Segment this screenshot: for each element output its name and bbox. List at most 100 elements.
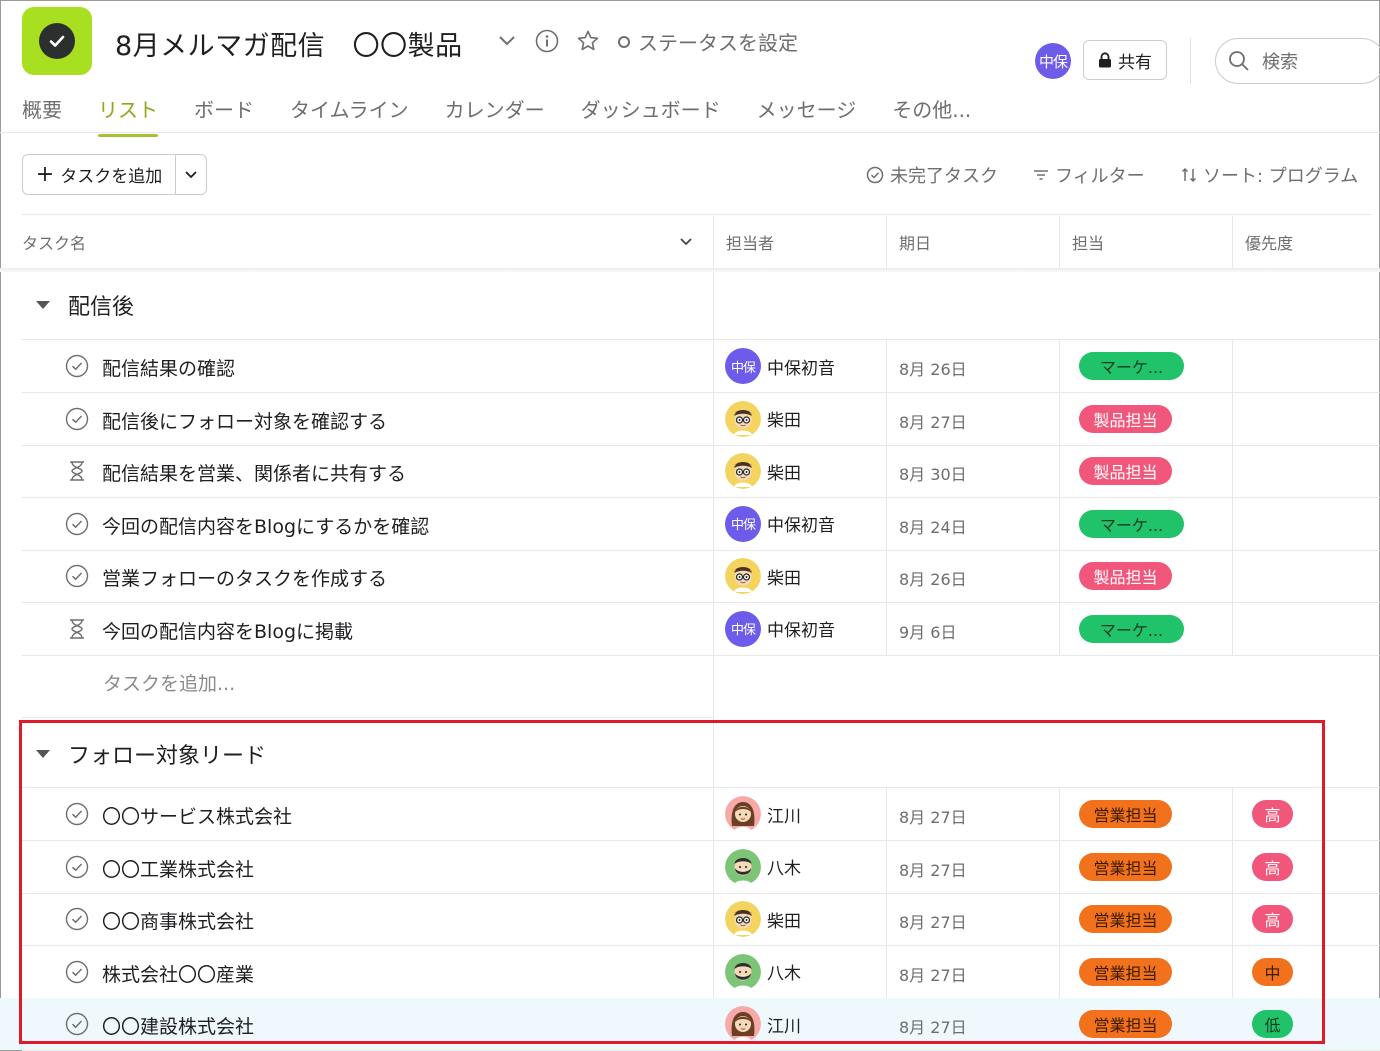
owner-tag[interactable]: 営業担当 bbox=[1079, 800, 1172, 828]
due-date[interactable]: 8月 26日 bbox=[899, 566, 967, 590]
task-row[interactable]: 〇〇商事株式会社 柴田 8月 27日 営業担当 高 bbox=[0, 893, 1380, 945]
collapse-triangle-icon[interactable] bbox=[36, 301, 50, 309]
add-task-button[interactable]: + タスクを追加 bbox=[23, 155, 175, 194]
task-name[interactable]: 配信後にフォロー対象を確認する bbox=[102, 407, 387, 434]
due-date[interactable]: 8月 27日 bbox=[899, 1014, 967, 1038]
owner-tag[interactable]: マーケ... bbox=[1079, 352, 1184, 380]
due-date[interactable]: 8月 30日 bbox=[899, 461, 967, 485]
task-row[interactable]: 今回の配信内容をBlogにするかを確認 中保 中保初音 8月 24日 マーケ... bbox=[0, 498, 1380, 550]
task-row[interactable]: 営業フォローのタスクを作成する 柴田 8月 26日 製品担当 bbox=[0, 550, 1380, 602]
avatar[interactable] bbox=[725, 400, 761, 437]
assignee-cell[interactable]: 柴田 bbox=[725, 901, 801, 937]
owner-tag[interactable]: 営業担当 bbox=[1079, 957, 1172, 986]
assignee-cell[interactable]: 柴田 bbox=[725, 453, 801, 489]
assignee-cell[interactable]: 中保 中保初音 bbox=[725, 610, 835, 647]
task-name[interactable]: 配信結果を営業、関係者に共有する bbox=[102, 459, 406, 486]
tab-4[interactable]: カレンダー bbox=[445, 94, 545, 137]
task-row[interactable]: 配信結果を営業、関係者に共有する 柴田 8月 30日 製品担当 bbox=[0, 445, 1380, 497]
task-row[interactable]: 今回の配信内容をBlogに掲載 中保 中保初音 9月 6日 マーケ... bbox=[0, 603, 1380, 655]
complete-check-icon[interactable] bbox=[65, 564, 89, 588]
avatar[interactable] bbox=[725, 796, 761, 832]
avatar[interactable] bbox=[725, 1006, 761, 1042]
task-row[interactable]: 〇〇サービス株式会社 江川 8月 27日 営業担当 高 bbox=[0, 788, 1380, 840]
column-header-owner[interactable]: 担当 bbox=[1072, 230, 1104, 254]
priority-badge[interactable]: 中 bbox=[1252, 957, 1293, 986]
info-icon[interactable] bbox=[534, 28, 560, 54]
assignee-cell[interactable]: 江川 bbox=[725, 1006, 801, 1042]
task-name[interactable]: 株式会社〇〇産業 bbox=[102, 960, 254, 987]
assignee-cell[interactable]: 八木 bbox=[725, 953, 801, 990]
owner-tag[interactable]: マーケ... bbox=[1079, 614, 1184, 643]
column-header-priority[interactable]: 優先度 bbox=[1245, 230, 1293, 254]
task-row[interactable]: 配信後にフォロー対象を確認する 柴田 8月 27日 製品担当 bbox=[0, 393, 1380, 445]
complete-check-icon[interactable] bbox=[65, 354, 89, 378]
task-name[interactable]: 営業フォローのタスクを作成する bbox=[102, 564, 387, 591]
tab-6[interactable]: メッセージ bbox=[757, 94, 857, 137]
column-header-due[interactable]: 期日 bbox=[899, 230, 931, 254]
section-header[interactable]: 配信後 bbox=[36, 289, 134, 321]
add-task-dropdown-button[interactable] bbox=[175, 155, 206, 194]
avatar[interactable] bbox=[725, 953, 761, 990]
avatar[interactable] bbox=[725, 453, 761, 489]
avatar[interactable] bbox=[725, 558, 761, 594]
avatar[interactable]: 中保 bbox=[725, 505, 761, 542]
priority-badge[interactable]: 高 bbox=[1252, 852, 1293, 881]
incomplete-tasks-filter[interactable]: 未完了タスク bbox=[866, 162, 998, 188]
assignee-cell[interactable]: 江川 bbox=[725, 796, 801, 832]
add-task-inline[interactable]: タスクを追加... bbox=[103, 669, 235, 696]
assignee-cell[interactable]: 八木 bbox=[725, 848, 801, 885]
owner-tag[interactable]: 製品担当 bbox=[1079, 404, 1172, 433]
tab-1[interactable]: リスト bbox=[98, 94, 158, 137]
owner-tag[interactable]: 営業担当 bbox=[1079, 1010, 1172, 1038]
due-date[interactable]: 8月 27日 bbox=[899, 962, 967, 986]
avatar[interactable]: 中保 bbox=[725, 610, 761, 647]
star-icon[interactable] bbox=[575, 28, 601, 54]
due-date[interactable]: 9月 6日 bbox=[899, 619, 956, 643]
owner-tag[interactable]: マーケ... bbox=[1079, 509, 1184, 538]
complete-check-icon[interactable] bbox=[65, 407, 89, 431]
hourglass-icon[interactable] bbox=[65, 459, 89, 483]
avatar[interactable] bbox=[725, 848, 761, 885]
assignee-cell[interactable]: 柴田 bbox=[725, 558, 801, 594]
complete-check-icon[interactable] bbox=[65, 1012, 89, 1036]
task-row[interactable]: 〇〇工業株式会社 八木 8月 27日 営業担当 高 bbox=[0, 841, 1380, 893]
priority-badge[interactable]: 低 bbox=[1252, 1010, 1293, 1038]
task-name[interactable]: 〇〇工業株式会社 bbox=[102, 855, 254, 882]
task-name[interactable]: 配信結果の確認 bbox=[102, 354, 235, 381]
filter-button[interactable]: フィルター bbox=[1033, 162, 1145, 188]
task-name[interactable]: 今回の配信内容をBlogに掲載 bbox=[102, 617, 353, 644]
owner-tag[interactable]: 製品担当 bbox=[1079, 457, 1172, 485]
due-date[interactable]: 8月 27日 bbox=[899, 804, 967, 828]
task-row[interactable]: 〇〇建設株式会社 江川 8月 27日 営業担当 低 bbox=[0, 998, 1380, 1050]
tab-0[interactable]: 概要 bbox=[22, 94, 62, 137]
chevron-down-icon[interactable] bbox=[494, 28, 520, 54]
chevron-down-icon[interactable] bbox=[674, 230, 698, 254]
owner-tag[interactable]: 営業担当 bbox=[1079, 905, 1172, 933]
owner-tag[interactable]: 製品担当 bbox=[1079, 562, 1172, 590]
complete-check-icon[interactable] bbox=[65, 512, 89, 536]
task-name[interactable]: 〇〇建設株式会社 bbox=[102, 1012, 254, 1039]
column-header-assignee[interactable]: 担当者 bbox=[726, 230, 774, 254]
task-name[interactable]: 〇〇サービス株式会社 bbox=[102, 802, 292, 829]
section-header[interactable]: フォロー対象リード bbox=[36, 738, 266, 770]
complete-check-icon[interactable] bbox=[65, 960, 89, 984]
set-status-button[interactable]: ステータスを設定 bbox=[618, 27, 798, 56]
assignee-cell[interactable]: 中保 中保初音 bbox=[725, 505, 835, 542]
task-row[interactable]: 株式会社〇〇産業 八木 8月 27日 営業担当 中 bbox=[0, 946, 1380, 998]
project-icon[interactable] bbox=[22, 7, 92, 75]
assignee-cell[interactable]: 中保 中保初音 bbox=[725, 348, 835, 384]
search-input[interactable]: 検索 bbox=[1215, 38, 1380, 84]
tab-2[interactable]: ボード bbox=[194, 94, 254, 137]
due-date[interactable]: 8月 27日 bbox=[899, 909, 967, 933]
priority-badge[interactable]: 高 bbox=[1252, 905, 1293, 933]
due-date[interactable]: 8月 27日 bbox=[899, 857, 967, 881]
complete-check-icon[interactable] bbox=[65, 855, 89, 879]
tab-7[interactable]: その他... bbox=[892, 94, 971, 137]
member-avatar[interactable]: 中保 bbox=[1035, 43, 1071, 79]
project-title[interactable]: 8月メルマガ配信 〇〇製品 bbox=[115, 24, 463, 63]
share-button[interactable]: 共有 bbox=[1083, 40, 1167, 80]
priority-badge[interactable]: 高 bbox=[1252, 800, 1293, 828]
task-name[interactable]: 今回の配信内容をBlogにするかを確認 bbox=[102, 512, 429, 539]
collapse-triangle-icon[interactable] bbox=[36, 750, 50, 758]
due-date[interactable]: 8月 27日 bbox=[899, 409, 967, 433]
